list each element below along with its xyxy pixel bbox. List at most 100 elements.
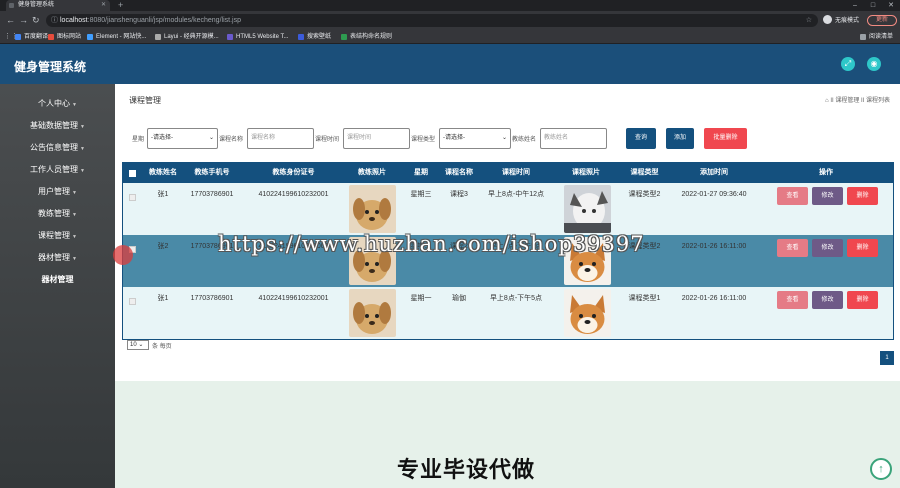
- bookmark-item[interactable]: Element - 网站快...: [87, 32, 146, 42]
- edit-button[interactable]: 修改: [812, 291, 843, 309]
- sidebar-item-coaches[interactable]: 教练管理 ▼: [0, 203, 115, 225]
- app-header: 健身管理系统 ⤢ ◉: [0, 44, 900, 84]
- sidebar-item-announcements[interactable]: 公告信息管理 ▼: [0, 137, 115, 159]
- bookmark-item[interactable]: 表结构命名规则: [341, 32, 392, 42]
- course-name-input[interactable]: 课程名称: [247, 128, 314, 149]
- chevron-down-icon: ▼: [72, 256, 77, 262]
- sidebar-item-personal-center[interactable]: 个人中心 ▼: [0, 93, 115, 115]
- bookmark-star-icon[interactable]: ☆: [806, 14, 812, 27]
- cell-course-type: 课程类型1: [628, 295, 661, 302]
- tab-title: 健身管理系统: [18, 2, 55, 8]
- row-checkbox[interactable]: [129, 194, 136, 201]
- chevron-down-icon: ⌄: [501, 135, 507, 141]
- coach-name-input[interactable]: 教练姓名: [540, 128, 607, 149]
- header-course-time: 课程时间: [502, 169, 530, 176]
- coach-photo[interactable]: [349, 289, 396, 337]
- cell-course-name: 课程3: [450, 191, 468, 198]
- cell-course-time: 早上8点-下午5点: [489, 295, 543, 302]
- header-course-name: 课程名称: [445, 169, 473, 176]
- view-button[interactable]: 查看: [777, 291, 808, 309]
- chevron-down-icon: ▼: [72, 190, 77, 196]
- forward-icon[interactable]: →: [19, 14, 28, 26]
- weekday-select[interactable]: -请选择- ⌄: [147, 128, 218, 149]
- bookmark-item[interactable]: Layui - 经典开源模...: [155, 32, 219, 42]
- table-row: 张1 17703786901 410224199610232001 星期一 瑜伽…: [123, 287, 893, 339]
- close-window-icon[interactable]: ✕: [882, 0, 900, 11]
- browser-update-button[interactable]: 更新: [867, 15, 897, 26]
- bookmark-favicon-icon: [341, 34, 347, 40]
- sidebar-item-users[interactable]: 用户管理 ▼: [0, 181, 115, 203]
- header-coach-phone: 教练手机号: [194, 169, 230, 176]
- delete-button[interactable]: 删除: [847, 239, 878, 257]
- profile-label: 无痕模式: [835, 18, 860, 24]
- bookmark-item[interactable]: 搜索壁纸: [298, 32, 331, 42]
- cell-coach-phone: 17703786901: [190, 295, 234, 302]
- cell-added-time: 2022-01-26 16:11:00: [681, 243, 747, 250]
- cursor-indicator: [113, 245, 133, 265]
- sidebar-item-courses[interactable]: 课程管理 ▼: [0, 225, 115, 247]
- fullscreen-icon[interactable]: ⤢: [841, 57, 855, 71]
- search-button[interactable]: 查询: [626, 128, 656, 149]
- maximize-icon[interactable]: □: [864, 0, 882, 11]
- edit-button[interactable]: 修改: [812, 239, 843, 257]
- header-course-photo: 课程照片: [572, 169, 600, 176]
- course-type-select[interactable]: -请选择- ⌄: [439, 128, 511, 149]
- course-photo[interactable]: [564, 289, 611, 337]
- chevron-down-icon: ▼: [80, 146, 85, 152]
- view-button[interactable]: 查看: [777, 187, 808, 205]
- sidebar-item-equipment[interactable]: 器材管理 ▼: [0, 247, 115, 269]
- cell-coach-phone: 17703786901: [190, 191, 234, 198]
- bookmark-item[interactable]: 百度翻译: [15, 32, 48, 42]
- coach-photo[interactable]: [349, 185, 396, 233]
- bookmark-favicon-icon: [227, 34, 233, 40]
- delete-button[interactable]: 删除: [847, 291, 878, 309]
- back-icon[interactable]: ←: [6, 14, 15, 26]
- url-path: :8080/jianshenguanli/jsp/modules/kecheng…: [87, 17, 241, 24]
- tab-close-icon[interactable]: ✕: [101, 0, 106, 11]
- url-input[interactable]: ⓘ localhost:8080/jianshenguanli/jsp/modu…: [46, 14, 818, 27]
- info-icon[interactable]: ⓘ: [51, 14, 58, 27]
- edit-button[interactable]: 修改: [812, 187, 843, 205]
- chevron-down-icon: ▼: [72, 102, 77, 108]
- header-course-type: 课程类型: [630, 169, 659, 176]
- batch-delete-button[interactable]: 批量删除: [704, 128, 747, 149]
- user-icon[interactable]: ◉: [867, 57, 881, 71]
- bookmark-item[interactable]: HTML5 Website T...: [227, 32, 288, 42]
- new-tab-icon[interactable]: +: [118, 0, 123, 11]
- scroll-top-icon[interactable]: ↑: [870, 458, 892, 480]
- sidebar-item-staff[interactable]: 工作人员管理 ▼: [0, 159, 115, 181]
- bookmark-favicon-icon: [155, 34, 161, 40]
- reading-list[interactable]: 阅读清单: [860, 32, 893, 42]
- cell-coach-name: 张1: [157, 191, 169, 198]
- page-number-button[interactable]: 1: [880, 351, 894, 365]
- bookmarks-bar: ⋮⋮ 百度翻译 图标网站 Element - 网站快... Layui - 经典…: [0, 30, 900, 44]
- incognito-profile[interactable]: 无痕模式: [823, 15, 859, 24]
- window-controls: – □ ✕: [846, 0, 900, 11]
- bookmark-favicon-icon: [298, 34, 304, 40]
- minimize-icon[interactable]: –: [846, 0, 864, 11]
- chevron-down-icon: ▼: [72, 212, 77, 218]
- watermark-text: https://www.huzhan.com/ishop39397: [218, 232, 645, 256]
- url-host: localhost: [60, 17, 88, 24]
- sidebar-subitem-equipment-management[interactable]: 器材管理: [0, 269, 115, 291]
- row-checkbox[interactable]: [129, 298, 136, 305]
- promo-text: 专业毕设代做: [397, 457, 536, 482]
- view-button[interactable]: 查看: [777, 239, 808, 257]
- select-all-checkbox[interactable]: [129, 170, 136, 177]
- header-coach-idcard: 教练身份证号: [272, 169, 315, 176]
- sidebar-item-basic-data[interactable]: 基础数据管理 ▼: [0, 115, 115, 137]
- reload-icon[interactable]: ↻: [32, 14, 40, 26]
- browser-tab[interactable]: 健身管理系统 ✕: [6, 0, 110, 11]
- course-time-input[interactable]: 课程时间: [343, 128, 410, 149]
- course-type-label: 课程类型: [411, 137, 436, 143]
- chevron-down-icon: ⌄: [138, 342, 144, 348]
- course-name-label: 课程名称: [219, 137, 244, 143]
- add-button[interactable]: 添加: [666, 128, 694, 149]
- sidebar: 个人中心 ▼ 基础数据管理 ▼ 公告信息管理 ▼ 工作人员管理 ▼ 用户管理 ▼ 教练管理…: [0, 84, 115, 488]
- coach-name-label: 教练姓名: [512, 137, 537, 143]
- course-photo[interactable]: [564, 185, 611, 233]
- reading-list-icon: [860, 34, 866, 40]
- page-size-select[interactable]: 10 ⌄: [127, 340, 149, 350]
- bookmark-item[interactable]: 图标网站: [48, 32, 81, 42]
- delete-button[interactable]: 删除: [847, 187, 878, 205]
